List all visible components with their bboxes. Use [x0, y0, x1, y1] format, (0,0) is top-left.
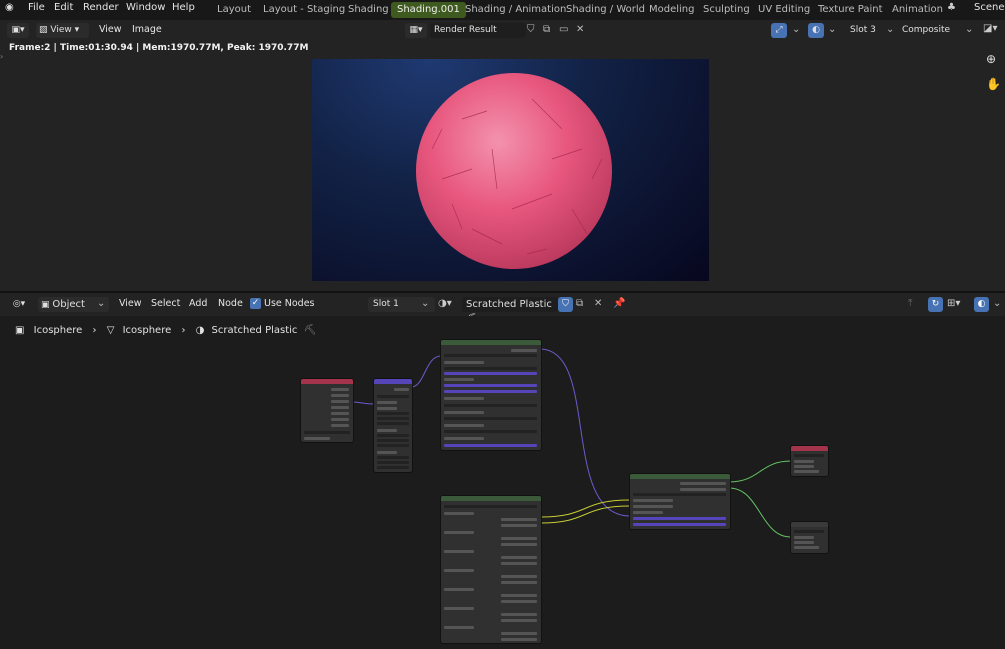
tab-shading-animation[interactable]: Shading / Animation: [459, 2, 572, 18]
view-mode-dropdown[interactable]: ▨ View ▾: [36, 23, 89, 38]
node-header: [441, 340, 541, 345]
link: [351, 401, 375, 405]
menu-add[interactable]: Add: [189, 298, 207, 309]
node-header: [441, 496, 541, 501]
node-coloring-shader[interactable]: [629, 473, 731, 530]
open-image-icon[interactable]: ▭: [559, 24, 568, 35]
node-header: [301, 379, 353, 384]
menu-edit[interactable]: Edit: [54, 2, 73, 13]
chevron-down-icon: ⌄: [97, 298, 106, 309]
scene-icon[interactable]: ♣: [947, 2, 956, 13]
snap-icon[interactable]: ↻: [928, 297, 943, 312]
tab-uv-editing[interactable]: UV Editing: [752, 2, 816, 18]
pan-hand-icon[interactable]: ✋: [986, 77, 1001, 91]
new-image-icon[interactable]: ⧉: [543, 24, 550, 35]
menu-window[interactable]: Window: [126, 2, 165, 13]
menu-image[interactable]: Image: [132, 24, 162, 35]
link: [539, 348, 631, 517]
node-header: [791, 446, 828, 451]
menu-view[interactable]: View: [99, 24, 122, 35]
image-name-field[interactable]: Render Result: [430, 23, 526, 38]
chevron-down-icon[interactable]: ⌄: [828, 24, 836, 35]
material-browse-icon[interactable]: ◑▾: [438, 298, 452, 309]
fake-user-shield-icon[interactable]: ⛉: [558, 297, 573, 312]
fake-user-shield-icon[interactable]: ⛉: [527, 24, 535, 35]
view-mode-label: View: [50, 25, 72, 35]
close-icon[interactable]: ✕: [576, 24, 584, 35]
sidebar-arrow-icon[interactable]: ›: [0, 52, 3, 61]
node-scratch-texture-mapping[interactable]: [440, 339, 542, 451]
parent-node-icon[interactable]: ⤒: [908, 298, 912, 309]
object-mode-label: Object: [52, 299, 85, 310]
tab-texture-paint[interactable]: Texture Paint: [812, 2, 889, 18]
link: [410, 355, 442, 388]
menu-help[interactable]: Help: [172, 2, 195, 13]
chevron-down-icon: ⌄: [886, 24, 895, 35]
tab-layout-staging[interactable]: Layout - Staging: [257, 2, 351, 18]
scene-name[interactable]: Scene: [974, 2, 1005, 13]
menu-node[interactable]: Node: [218, 298, 243, 309]
display-channels-icon[interactable]: ◪▾: [983, 23, 997, 34]
blender-logo-icon[interactable]: ◉: [5, 2, 14, 13]
tab-sculpting[interactable]: Sculpting: [697, 2, 756, 18]
overlay-icon[interactable]: ◐: [974, 297, 989, 312]
node-header: [630, 474, 730, 479]
node-texture-coordinate[interactable]: [300, 378, 354, 443]
menu-view[interactable]: View: [119, 298, 142, 309]
material-name-field[interactable]: Scratched Plastic ⛏: [462, 297, 558, 325]
snap-grid-icon[interactable]: ⊞▾: [947, 298, 960, 309]
render-info: Frame:2 | Time:01:30.94 | Mem:1970.77M, …: [9, 43, 309, 53]
node-material-output-1[interactable]: [790, 445, 829, 477]
object-icon: ▣: [41, 300, 50, 310]
image-view-icon: ▨: [39, 25, 48, 35]
material-slot-label: Slot 1: [373, 299, 399, 309]
menu-render[interactable]: Render: [83, 2, 119, 13]
node-editor-header: ◎▾ ▣ Object ⌄ View Select Add Node ✓ Use…: [0, 293, 1005, 325]
link: [728, 460, 792, 483]
pin-icon[interactable]: 📌: [613, 298, 625, 309]
chevron-down-icon: ⌄: [421, 298, 430, 309]
editor-type-icon[interactable]: ▣▾: [7, 23, 29, 38]
node-header: [374, 379, 412, 384]
image-editor-header: ▣▾ ▨ View ▾ View Image ▦▾ Render Result …: [0, 20, 1005, 41]
close-icon[interactable]: ✕: [594, 298, 602, 309]
editor-type-shader-icon[interactable]: ◎▾: [7, 297, 31, 312]
sphere-render: [416, 73, 612, 269]
tab-modeling[interactable]: Modeling: [643, 2, 701, 18]
tab-shading-001[interactable]: Shading.001: [391, 2, 466, 18]
node-material-output-2[interactable]: [790, 521, 829, 554]
tab-animation[interactable]: Animation: [886, 2, 949, 18]
render-result-image: [312, 59, 709, 281]
tab-shading-world[interactable]: Shading / World: [560, 2, 651, 18]
node-header: [791, 522, 828, 527]
node-mapping[interactable]: [373, 378, 413, 473]
chevron-down-icon[interactable]: ⌄: [792, 24, 800, 35]
material-name: Scratched Plastic: [466, 299, 552, 310]
chevron-down-icon[interactable]: ⌄: [993, 298, 1001, 309]
overlay-icon[interactable]: ◐: [808, 23, 824, 38]
node-color-palette[interactable]: [440, 495, 542, 644]
image-browse-icon[interactable]: ▦▾: [405, 23, 427, 38]
layer-label: Composite: [902, 25, 951, 35]
menu-select[interactable]: Select: [151, 298, 180, 309]
tab-shading[interactable]: Shading: [342, 2, 395, 18]
top-bar: ◉ File Edit Render Window Help Layout La…: [0, 0, 1005, 20]
slot-label: Slot 3: [850, 25, 876, 35]
use-nodes-checkbox[interactable]: ✓: [250, 298, 261, 309]
chevron-down-icon: ⌄: [965, 24, 974, 35]
use-nodes-label: Use Nodes: [264, 298, 315, 309]
menu-file[interactable]: File: [28, 2, 45, 13]
gizmo-icon[interactable]: ⤢: [771, 23, 787, 38]
zoom-icon[interactable]: ⊕: [986, 52, 996, 66]
link: [728, 487, 792, 538]
tab-layout[interactable]: Layout: [211, 2, 257, 18]
duplicate-icon[interactable]: ⧉: [576, 298, 583, 309]
